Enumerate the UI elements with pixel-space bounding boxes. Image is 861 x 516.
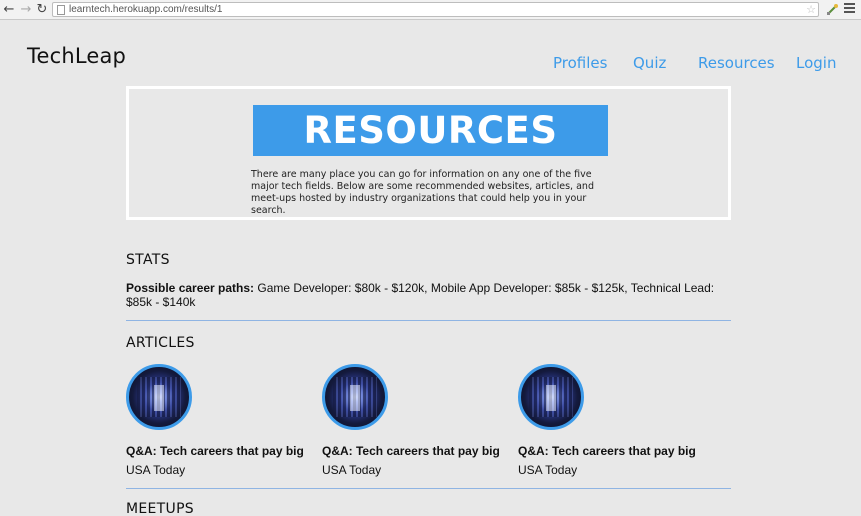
career-paths-text: Possible career paths: Game Developer: $… bbox=[126, 281, 726, 309]
article-card[interactable]: Q&A: Tech careers that pay big USA Today bbox=[518, 364, 708, 479]
reload-icon[interactable]: ↻ bbox=[35, 2, 49, 17]
page-icon bbox=[57, 5, 65, 15]
nav-link-quiz[interactable]: Quiz bbox=[633, 54, 666, 72]
stats-heading: STATS bbox=[126, 252, 170, 268]
browser-menu-icon[interactable] bbox=[844, 3, 855, 14]
article-thumbnail[interactable] bbox=[126, 364, 192, 430]
article-title[interactable]: Q&A: Tech careers that pay big bbox=[126, 444, 304, 458]
article-source: USA Today bbox=[322, 463, 382, 477]
article-card[interactable]: Q&A: Tech careers that pay big USA Today bbox=[322, 364, 512, 479]
forward-arrow-icon[interactable]: → bbox=[19, 2, 33, 17]
resources-intro-text: There are many place you can go for info… bbox=[251, 169, 594, 216]
extension-icon[interactable] bbox=[826, 3, 839, 16]
articles-heading: ARTICLES bbox=[126, 335, 195, 351]
meetups-heading: MEETUPS bbox=[126, 501, 194, 516]
article-card[interactable]: Q&A: Tech careers that pay big USA Today bbox=[126, 364, 316, 479]
nav-link-profiles[interactable]: Profiles bbox=[553, 54, 607, 72]
article-title[interactable]: Q&A: Tech careers that pay big bbox=[518, 444, 696, 458]
bookmark-star-icon[interactable]: ☆ bbox=[806, 3, 816, 16]
article-title[interactable]: Q&A: Tech careers that pay big bbox=[322, 444, 500, 458]
section-divider bbox=[126, 320, 731, 321]
nav-link-resources[interactable]: Resources bbox=[698, 54, 775, 72]
back-arrow-icon[interactable]: ← bbox=[2, 2, 16, 17]
section-divider bbox=[126, 488, 731, 489]
url-text: learntech.herokuapp.com/results/1 bbox=[69, 4, 223, 15]
article-thumbnail[interactable] bbox=[518, 364, 584, 430]
browser-toolbar: ← → ↻ learntech.herokuapp.com/results/1 … bbox=[0, 0, 861, 20]
nav-link-login[interactable]: Login bbox=[796, 54, 836, 72]
address-bar[interactable]: learntech.herokuapp.com/results/1 ☆ bbox=[52, 2, 819, 17]
site-logo[interactable]: TechLeap bbox=[27, 44, 126, 68]
career-paths-label: Possible career paths: bbox=[126, 281, 255, 295]
article-source: USA Today bbox=[126, 463, 186, 477]
resources-banner: RESOURCES bbox=[253, 105, 608, 156]
article-thumbnail[interactable] bbox=[322, 364, 388, 430]
resources-hero: RESOURCES There are many place you can g… bbox=[126, 86, 731, 220]
article-source: USA Today bbox=[518, 463, 578, 477]
